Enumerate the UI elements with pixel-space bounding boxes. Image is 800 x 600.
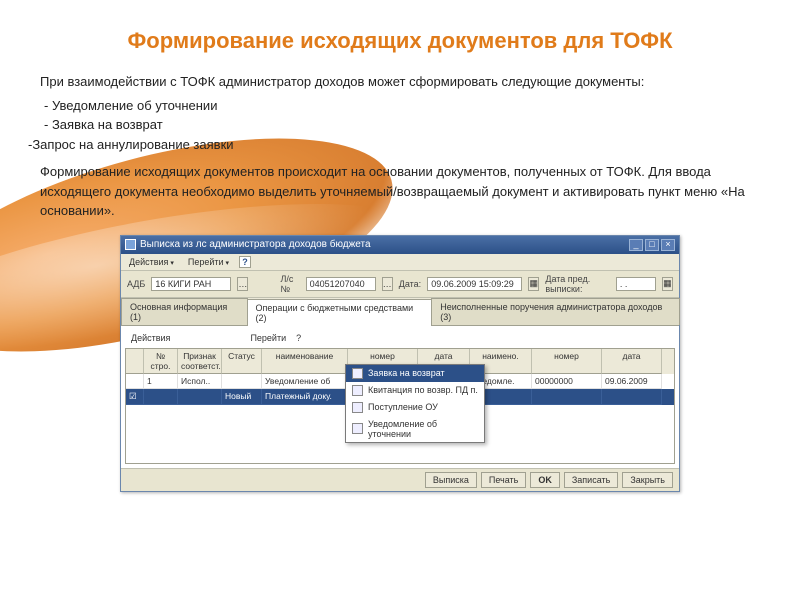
- help-icon[interactable]: ?: [239, 256, 251, 268]
- window-footer: Выписка Печать OK Записать Закрыть: [121, 468, 679, 491]
- menu-item-receipt[interactable]: Квитанция по возвр. ПД п.: [346, 382, 484, 399]
- col-name: наименование: [262, 349, 348, 374]
- menu-item-clarification[interactable]: Уведомление об уточнении: [346, 416, 484, 442]
- prev-calendar-icon[interactable]: ▦: [662, 277, 673, 291]
- slide-title: Формирование исходящих документов для ТО…: [40, 28, 760, 54]
- header-fields: АДБ 16 КИГИ РАН … Л/с № 04051207040 … Да…: [121, 271, 679, 298]
- tab-budget-ops[interactable]: Операции с бюджетными средствами (2): [247, 299, 433, 326]
- doc-icon: [352, 402, 363, 413]
- col-status: Статус: [222, 349, 262, 374]
- tab-main-info[interactable]: Основная информация (1): [121, 298, 248, 325]
- app-icon: [125, 239, 136, 250]
- save-button[interactable]: Записать: [564, 472, 618, 488]
- menu-item-label: Заявка на возврат: [368, 368, 445, 378]
- doc-icon: [352, 385, 363, 396]
- ls-label: Л/с №: [280, 274, 299, 294]
- date-field[interactable]: 09.06.2009 15:09:29: [427, 277, 522, 291]
- adb-label: АДБ: [127, 279, 145, 289]
- bullet-2: - Заявка на возврат: [44, 115, 760, 135]
- prev-date-label: Дата пред. выписки:: [545, 274, 609, 294]
- adb-lookup-icon[interactable]: …: [237, 277, 248, 291]
- menu-item-label: Уведомление об уточнении: [368, 419, 478, 439]
- menu-actions[interactable]: Действия: [125, 256, 178, 268]
- ls-field[interactable]: 04051207040: [306, 277, 376, 291]
- vypiska-button[interactable]: Выписка: [425, 472, 477, 488]
- close-button[interactable]: ×: [661, 239, 675, 251]
- doc-icon: [352, 368, 363, 379]
- prev-date-field[interactable]: . .: [616, 277, 656, 291]
- menu-item-incoming-ou[interactable]: Поступление ОУ: [346, 399, 484, 416]
- doc-icon: [352, 423, 363, 434]
- bullet-3: -Запрос на аннулирование заявки: [28, 135, 760, 155]
- tab-body: Действия Перейти ? № стро. Признак соотв…: [121, 326, 679, 468]
- menu-item-label: Поступление ОУ: [368, 402, 438, 412]
- window-title: Выписка из лс администратора доходов бюд…: [140, 239, 629, 250]
- date-label: Дата:: [399, 279, 421, 289]
- grid-actions[interactable]: Действия: [127, 332, 174, 344]
- intro-text: При взаимодействии с ТОФК администратор …: [40, 72, 760, 92]
- grid-goto[interactable]: Перейти: [246, 332, 290, 344]
- col-priznak: Признак соответст.: [178, 349, 222, 374]
- adb-field[interactable]: 16 КИГИ РАН: [151, 277, 231, 291]
- col-check: [126, 349, 144, 374]
- grid-help-icon[interactable]: ?: [296, 333, 301, 343]
- col-admin-num: номер: [532, 349, 602, 374]
- close-button-footer[interactable]: Закрыть: [622, 472, 673, 488]
- minimize-button[interactable]: _: [629, 239, 643, 251]
- calendar-icon[interactable]: ▦: [528, 277, 539, 291]
- menu-item-return-request[interactable]: Заявка на возврат: [346, 365, 484, 382]
- col-n: № стро.: [144, 349, 178, 374]
- bullet-1: - Уведомление об уточнении: [44, 96, 760, 116]
- tab-unexecuted[interactable]: Неисполненные поручения администратора д…: [431, 298, 680, 325]
- menubar: Действия Перейти ?: [121, 254, 679, 271]
- tabs: Основная информация (1) Операции с бюдже…: [121, 298, 679, 326]
- col-admin-date: дата: [602, 349, 662, 374]
- body-text: Формирование исходящих документов происх…: [40, 162, 760, 221]
- menu-goto[interactable]: Перейти: [184, 256, 233, 268]
- app-window: Выписка из лс администратора доходов бюд…: [120, 235, 680, 492]
- menu-item-label: Квитанция по возвр. ПД п.: [368, 385, 478, 395]
- maximize-button[interactable]: □: [645, 239, 659, 251]
- context-menu: Заявка на возврат Квитанция по возвр. ПД…: [345, 364, 485, 443]
- titlebar: Выписка из лс администратора доходов бюд…: [121, 236, 679, 254]
- ls-lookup-icon[interactable]: …: [382, 277, 393, 291]
- print-button[interactable]: Печать: [481, 472, 526, 488]
- ok-button[interactable]: OK: [530, 472, 560, 488]
